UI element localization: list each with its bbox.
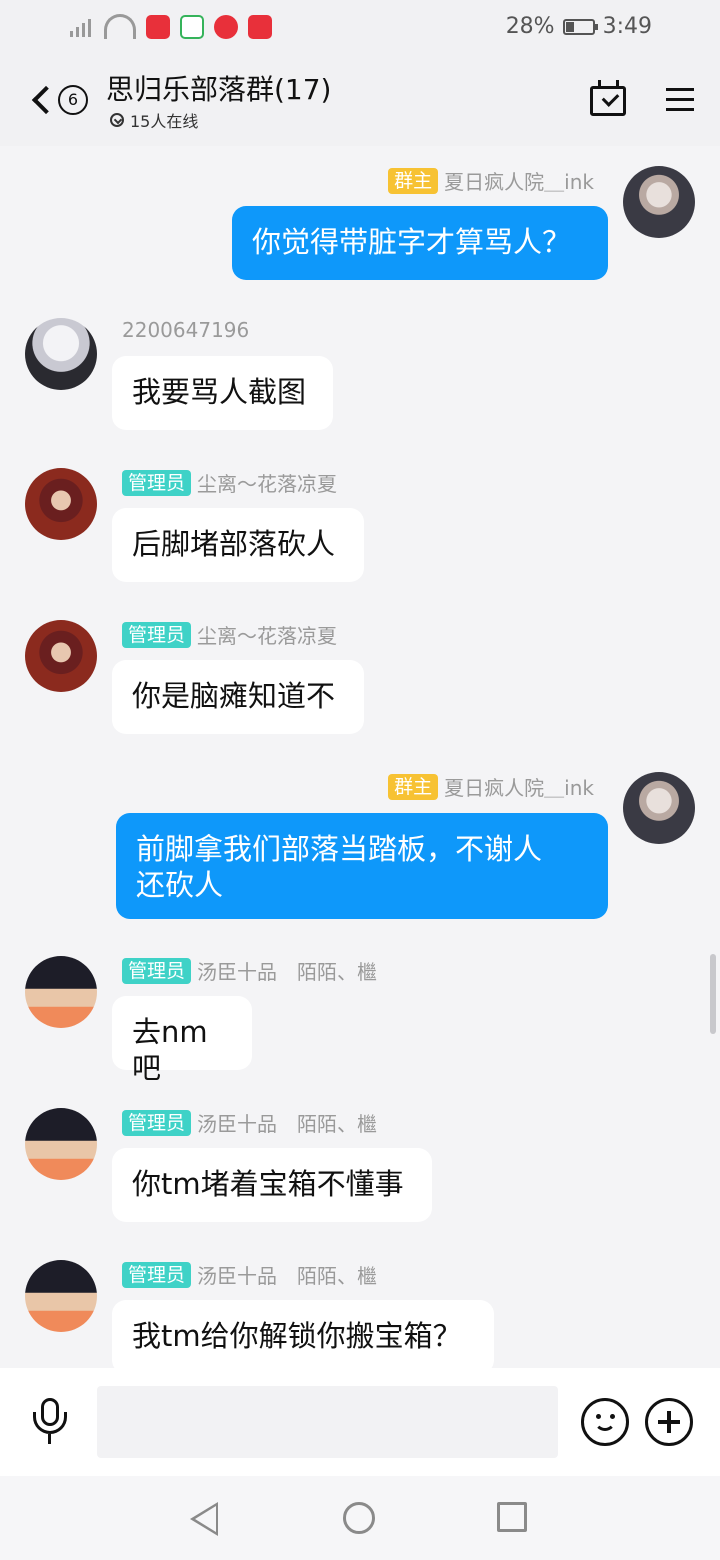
status-bar: 28% 3:49 — [0, 0, 720, 56]
clock: 3:49 — [602, 14, 652, 39]
status-icons — [70, 14, 272, 39]
emoji-icon[interactable] — [581, 1398, 629, 1446]
sender-name[interactable]: 尘离～花落凉夏 — [197, 468, 337, 497]
unread-count-badge[interactable]: 6 — [58, 85, 88, 115]
sender-name[interactable]: 夏日疯人院＿ink — [444, 772, 594, 801]
menu-icon[interactable] — [666, 86, 694, 114]
message-item: 管理员 尘离～花落凉夏 你是脑瘫知道不 — [0, 620, 720, 740]
role-badge: 管理员 — [122, 1261, 192, 1288]
role-badge: 群主 — [388, 167, 439, 194]
wifi-icon — [104, 14, 136, 39]
message-bubble[interactable]: 我要骂人截图 — [112, 356, 333, 430]
message-sender: 管理员 汤臣十品 陌陌、檵 — [122, 956, 377, 985]
avatar[interactable] — [623, 166, 695, 238]
message-item: 管理员 汤臣十品 陌陌、檵 去nm吧 — [0, 956, 720, 1085]
message-sender: 群主 夏日疯人院＿ink — [388, 772, 594, 801]
input-bar — [0, 1368, 720, 1476]
avatar[interactable] — [25, 1108, 97, 1180]
online-status[interactable]: 15人在线 — [110, 108, 198, 132]
chat-messages[interactable]: 群主 夏日疯人院＿ink 你觉得带脏字才算骂人？ 2200647196 我要骂人… — [0, 146, 720, 1368]
app-notification-icon — [180, 14, 204, 39]
sender-name[interactable]: 汤臣十品 陌陌、檵 — [197, 1108, 377, 1137]
app-notification-icon — [248, 14, 272, 39]
signal-off-icon — [70, 15, 94, 39]
role-badge: 管理员 — [122, 1109, 192, 1136]
message-bubble[interactable]: 你觉得带脏字才算骂人？ — [232, 206, 608, 280]
sender-name[interactable]: 尘离～花落凉夏 — [197, 620, 337, 649]
microphone-icon[interactable] — [32, 1398, 68, 1446]
message-bubble[interactable]: 我tm给你解锁你搬宝箱？ — [112, 1300, 494, 1368]
avatar[interactable] — [25, 468, 97, 540]
message-sender: 2200647196 — [122, 318, 249, 342]
group-title[interactable]: 思归乐部落群(17) — [106, 68, 331, 108]
message-item: 群主 夏日疯人院＿ink 你觉得带脏字才算骂人？ — [0, 166, 720, 286]
app-notification-icon — [214, 14, 238, 39]
nav-back-icon[interactable] — [190, 1502, 218, 1536]
message-bubble[interactable]: 你是脑瘫知道不 — [112, 660, 364, 734]
sender-name[interactable]: 汤臣十品 陌陌、檵 — [197, 1260, 377, 1289]
sender-name[interactable]: 汤臣十品 陌陌、檵 — [197, 956, 377, 985]
avatar[interactable] — [25, 620, 97, 692]
chat-header: 6 思归乐部落群(17) 15人在线 — [0, 56, 720, 146]
message-item: 2200647196 我要骂人截图 — [0, 318, 720, 438]
avatar[interactable] — [25, 956, 97, 1028]
avatar[interactable] — [25, 318, 97, 390]
chat-scrollbar[interactable] — [710, 954, 716, 1034]
back-arrow-icon[interactable] — [28, 82, 56, 122]
message-bubble[interactable]: 后脚堵部落砍人 — [112, 508, 364, 582]
message-sender: 管理员 汤臣十品 陌陌、檵 — [122, 1260, 377, 1289]
app-notification-icon — [146, 14, 170, 39]
system-nav-bar — [0, 1476, 720, 1560]
plus-icon[interactable] — [645, 1398, 693, 1446]
battery-percent: 28% — [505, 14, 555, 39]
role-badge: 管理员 — [122, 469, 192, 496]
message-sender: 管理员 尘离～花落凉夏 — [122, 468, 337, 497]
message-item: 群主 夏日疯人院＿ink 前脚拿我们部落当踏板，不谢人 还砍人 — [0, 772, 720, 922]
status-right: 28% 3:49 — [506, 14, 652, 39]
nav-home-icon[interactable] — [343, 1502, 375, 1534]
message-bubble[interactable]: 你tm堵着宝箱不懂事 — [112, 1148, 432, 1222]
message-bubble[interactable]: 去nm吧 — [112, 996, 252, 1085]
message-item: 管理员 汤臣十品 陌陌、檵 你tm堵着宝箱不懂事 — [0, 1108, 720, 1228]
message-sender: 管理员 汤臣十品 陌陌、檵 — [122, 1108, 377, 1137]
message-input[interactable] — [97, 1386, 558, 1458]
avatar[interactable] — [623, 772, 695, 844]
avatar[interactable] — [25, 1260, 97, 1332]
sender-name[interactable]: 2200647196 — [122, 318, 249, 342]
chevron-down-icon — [110, 113, 124, 127]
battery-charging-icon — [562, 18, 598, 35]
message-sender: 群主 夏日疯人院＿ink — [388, 166, 594, 195]
role-badge: 管理员 — [122, 621, 192, 648]
sender-name[interactable]: 夏日疯人院＿ink — [444, 166, 594, 195]
role-badge: 群主 — [388, 773, 439, 800]
message-sender: 管理员 尘离～花落凉夏 — [122, 620, 337, 649]
message-item: 管理员 汤臣十品 陌陌、檵 我tm给你解锁你搬宝箱？ — [0, 1260, 720, 1368]
calendar-checkin-icon[interactable] — [590, 80, 626, 116]
online-count: 15人在线 — [130, 112, 199, 131]
message-bubble[interactable]: 前脚拿我们部落当踏板，不谢人 还砍人 — [116, 813, 608, 919]
message-item: 管理员 尘离～花落凉夏 后脚堵部落砍人 — [0, 468, 720, 588]
nav-recents-icon[interactable] — [497, 1502, 527, 1532]
role-badge: 管理员 — [122, 957, 192, 984]
